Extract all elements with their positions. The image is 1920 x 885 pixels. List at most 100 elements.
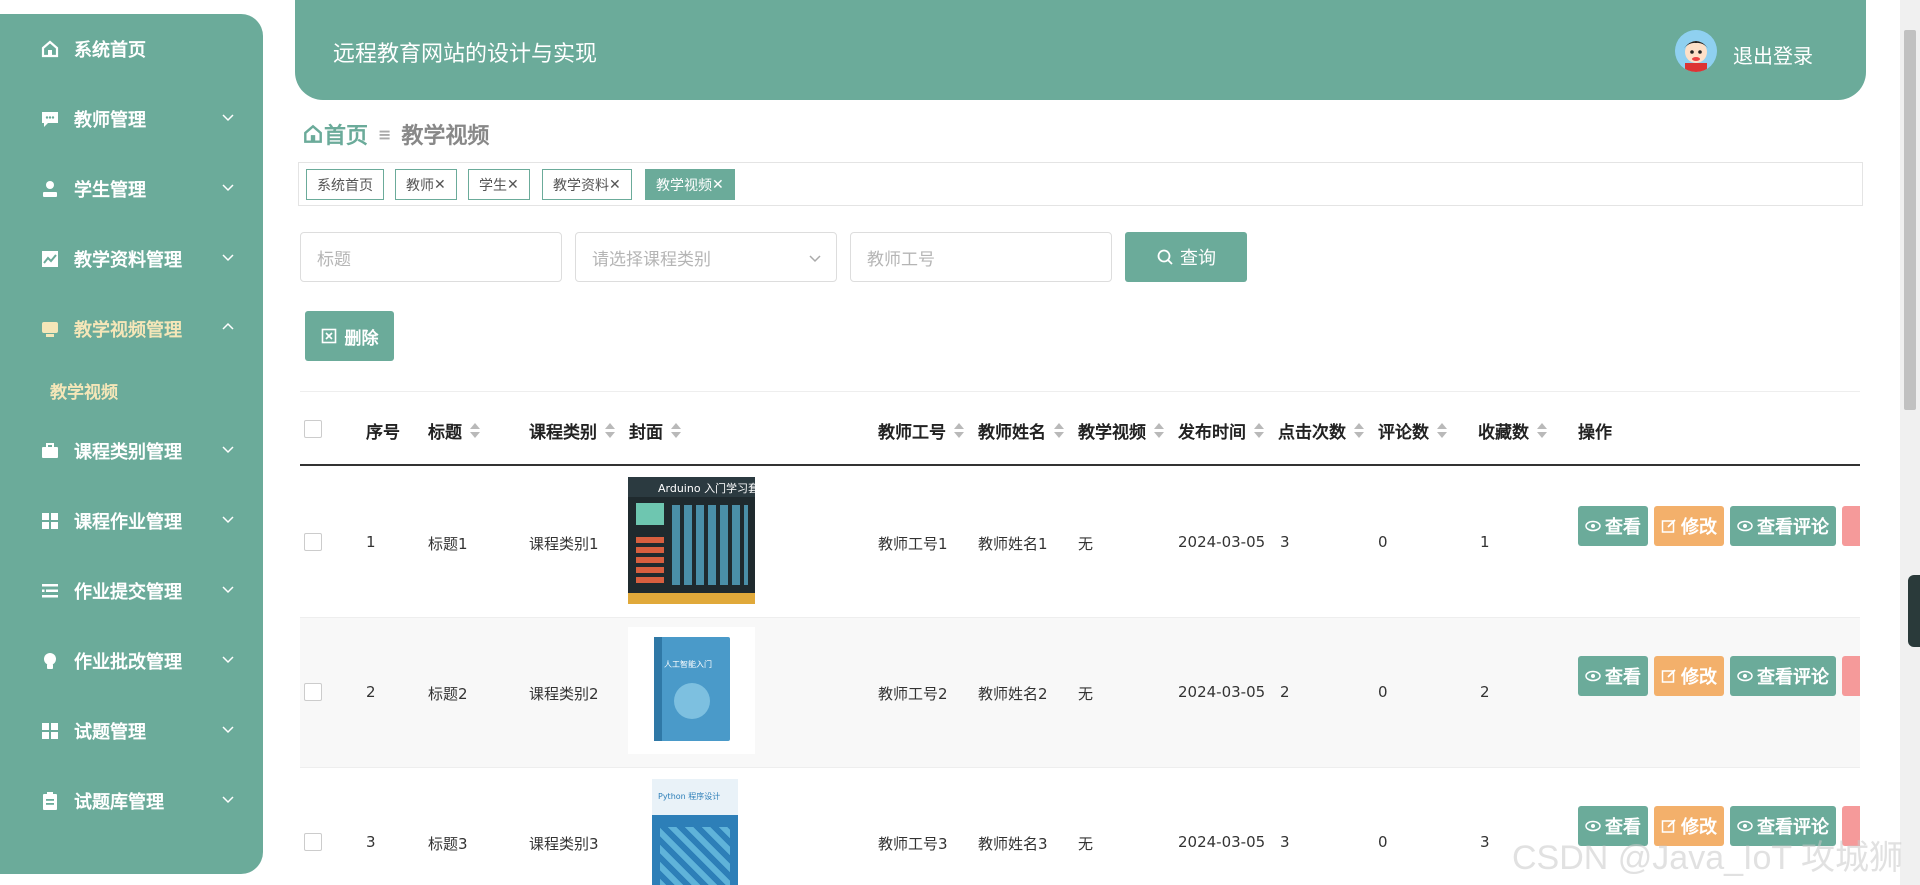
- view-button[interactable]: 查看: [1578, 506, 1648, 546]
- cell-teacher-id: 教师工号1: [878, 535, 948, 553]
- sort-icon[interactable]: [954, 422, 964, 439]
- delete-button[interactable]: 删除: [305, 311, 394, 361]
- cell-teacher-name: 教师姓名1: [978, 535, 1048, 553]
- row-delete-button[interactable]: [1842, 656, 1860, 696]
- row-checkbox[interactable]: [304, 833, 322, 851]
- query-button[interactable]: 查询: [1125, 232, 1247, 282]
- col-category[interactable]: 课程类别: [529, 418, 615, 443]
- top-header: 远程教育网站的设计与实现 退出登录: [295, 0, 1866, 100]
- cell-clicks: 3: [1280, 533, 1290, 551]
- sidebar-item-question-bank[interactable]: 试题库管理: [0, 766, 263, 836]
- submenu-item-videos[interactable]: 教学视频: [0, 364, 263, 416]
- chevron-down-icon: [809, 255, 821, 263]
- eye-icon: [1737, 670, 1753, 682]
- col-teacher-name[interactable]: 教师姓名: [978, 418, 1064, 443]
- breadcrumb-home[interactable]: 首页: [302, 118, 368, 150]
- sidebar-item-homework[interactable]: 课程作业管理: [0, 486, 263, 556]
- col-video[interactable]: 教学视频: [1078, 418, 1164, 443]
- sort-icon[interactable]: [1154, 422, 1164, 439]
- cover-image[interactable]: Arduino 入门学习套装: [628, 477, 755, 604]
- sidebar-item-questions[interactable]: 试题管理: [0, 696, 263, 766]
- scrollbar-thumb[interactable]: [1904, 30, 1916, 410]
- cover-text: Arduino 入门学习套装: [658, 482, 755, 495]
- row-checkbox[interactable]: [304, 683, 322, 701]
- tag-videos[interactable]: 教学视频 ✕: [645, 169, 735, 200]
- close-icon[interactable]: ✕: [609, 177, 621, 193]
- col-title[interactable]: 标题: [428, 418, 480, 443]
- home-icon: [40, 39, 60, 59]
- sidebar-item-grading[interactable]: 作业批改管理: [0, 626, 263, 696]
- sidebar-item-videos[interactable]: 教学视频管理: [0, 294, 263, 364]
- breadcrumb: 首页 ≡ 教学视频: [302, 118, 489, 150]
- tag-students[interactable]: 学生 ✕: [468, 169, 530, 200]
- sidebar-item-students[interactable]: 学生管理: [0, 154, 263, 224]
- sidebar-item-course-category[interactable]: 课程类别管理: [0, 416, 263, 486]
- cell-comments: 0: [1378, 533, 1388, 551]
- col-comments[interactable]: 评论数: [1378, 418, 1447, 443]
- close-icon[interactable]: ✕: [712, 177, 724, 193]
- cell-index: 3: [366, 833, 376, 851]
- close-icon[interactable]: ✕: [507, 177, 519, 193]
- sort-icon[interactable]: [1354, 422, 1364, 439]
- grid-icon: [40, 721, 60, 741]
- chevron-down-icon: [222, 446, 234, 454]
- col-publish-time[interactable]: 发布时间: [1178, 418, 1264, 443]
- cell-video: 无: [1078, 535, 1094, 553]
- cell-comments: 0: [1378, 683, 1388, 701]
- avatar[interactable]: [1675, 30, 1717, 72]
- category-select-placeholder: 请选择课程类别: [592, 249, 711, 270]
- view-button[interactable]: 查看: [1578, 656, 1648, 696]
- logout-link[interactable]: 退出登录: [1733, 40, 1813, 69]
- sort-icon[interactable]: [1537, 422, 1547, 439]
- tag-teachers[interactable]: 教师 ✕: [395, 169, 457, 200]
- sort-icon[interactable]: [671, 422, 681, 439]
- sidebar-item-label: 课程作业管理: [74, 512, 182, 533]
- sidebar-item-label: 学生管理: [74, 180, 146, 201]
- edit-button[interactable]: 修改: [1654, 506, 1724, 546]
- chart-icon: [40, 249, 60, 269]
- sort-icon[interactable]: [1254, 422, 1264, 439]
- cover-image[interactable]: 人工智能入门: [628, 627, 755, 754]
- cell-index: 2: [366, 683, 376, 701]
- col-teacher-id[interactable]: 教师工号: [878, 418, 964, 443]
- view-comments-button[interactable]: 查看评论: [1730, 506, 1836, 546]
- category-select[interactable]: 请选择课程类别: [575, 232, 837, 282]
- sort-icon[interactable]: [605, 422, 615, 439]
- breadcrumb-separator: ≡: [378, 124, 392, 144]
- col-favorites[interactable]: 收藏数: [1478, 418, 1547, 443]
- row-delete-button[interactable]: [1842, 506, 1860, 546]
- vertical-scrollbar[interactable]: [1900, 0, 1920, 885]
- table-row: 1 标题1 课程类别1 Arduino 入门学习套装 教师工号1 教师姓名1 无…: [300, 468, 1860, 618]
- bulb-icon: [40, 651, 60, 671]
- cell-publish-time: 2024-03-05: [1178, 533, 1266, 551]
- select-all-checkbox[interactable]: [304, 420, 322, 438]
- chevron-down-icon: [222, 184, 234, 192]
- sidebar-item-home[interactable]: 系统首页: [0, 14, 263, 84]
- video-table: 序号 标题 课程类别 封面 教师工号 教师姓名 教学视频 发布时间 点击次数 评…: [300, 391, 1860, 885]
- chevron-up-icon: [222, 322, 234, 330]
- sort-icon[interactable]: [470, 422, 480, 439]
- tag-label: 学生: [479, 177, 507, 194]
- sort-icon[interactable]: [1054, 422, 1064, 439]
- tag-materials[interactable]: 教学资料 ✕: [542, 169, 632, 200]
- close-icon[interactable]: ✕: [434, 177, 446, 193]
- view-comments-button[interactable]: 查看评论: [1730, 656, 1836, 696]
- col-cover[interactable]: 封面: [629, 418, 681, 443]
- cell-teacher-name: 教师姓名2: [978, 685, 1048, 703]
- teacher-id-input[interactable]: 教师工号: [850, 232, 1112, 282]
- cell-publish-time: 2024-03-05: [1178, 833, 1266, 851]
- cell-teacher-name: 教师姓名3: [978, 835, 1048, 853]
- row-checkbox[interactable]: [304, 533, 322, 551]
- side-widget-handle[interactable]: [1908, 575, 1920, 647]
- tag-home[interactable]: 系统首页: [306, 169, 384, 200]
- title-search-input[interactable]: 标题: [300, 232, 562, 282]
- edit-icon: [1661, 669, 1676, 683]
- sidebar-item-teachers[interactable]: 教师管理: [0, 84, 263, 154]
- sidebar-item-materials[interactable]: 教学资料管理: [0, 224, 263, 294]
- cell-video: 无: [1078, 835, 1094, 853]
- sort-icon[interactable]: [1437, 422, 1447, 439]
- sidebar-item-submissions[interactable]: 作业提交管理: [0, 556, 263, 626]
- col-clicks[interactable]: 点击次数: [1278, 418, 1364, 443]
- cover-image[interactable]: Python 程序设计: [628, 777, 755, 885]
- edit-button[interactable]: 修改: [1654, 656, 1724, 696]
